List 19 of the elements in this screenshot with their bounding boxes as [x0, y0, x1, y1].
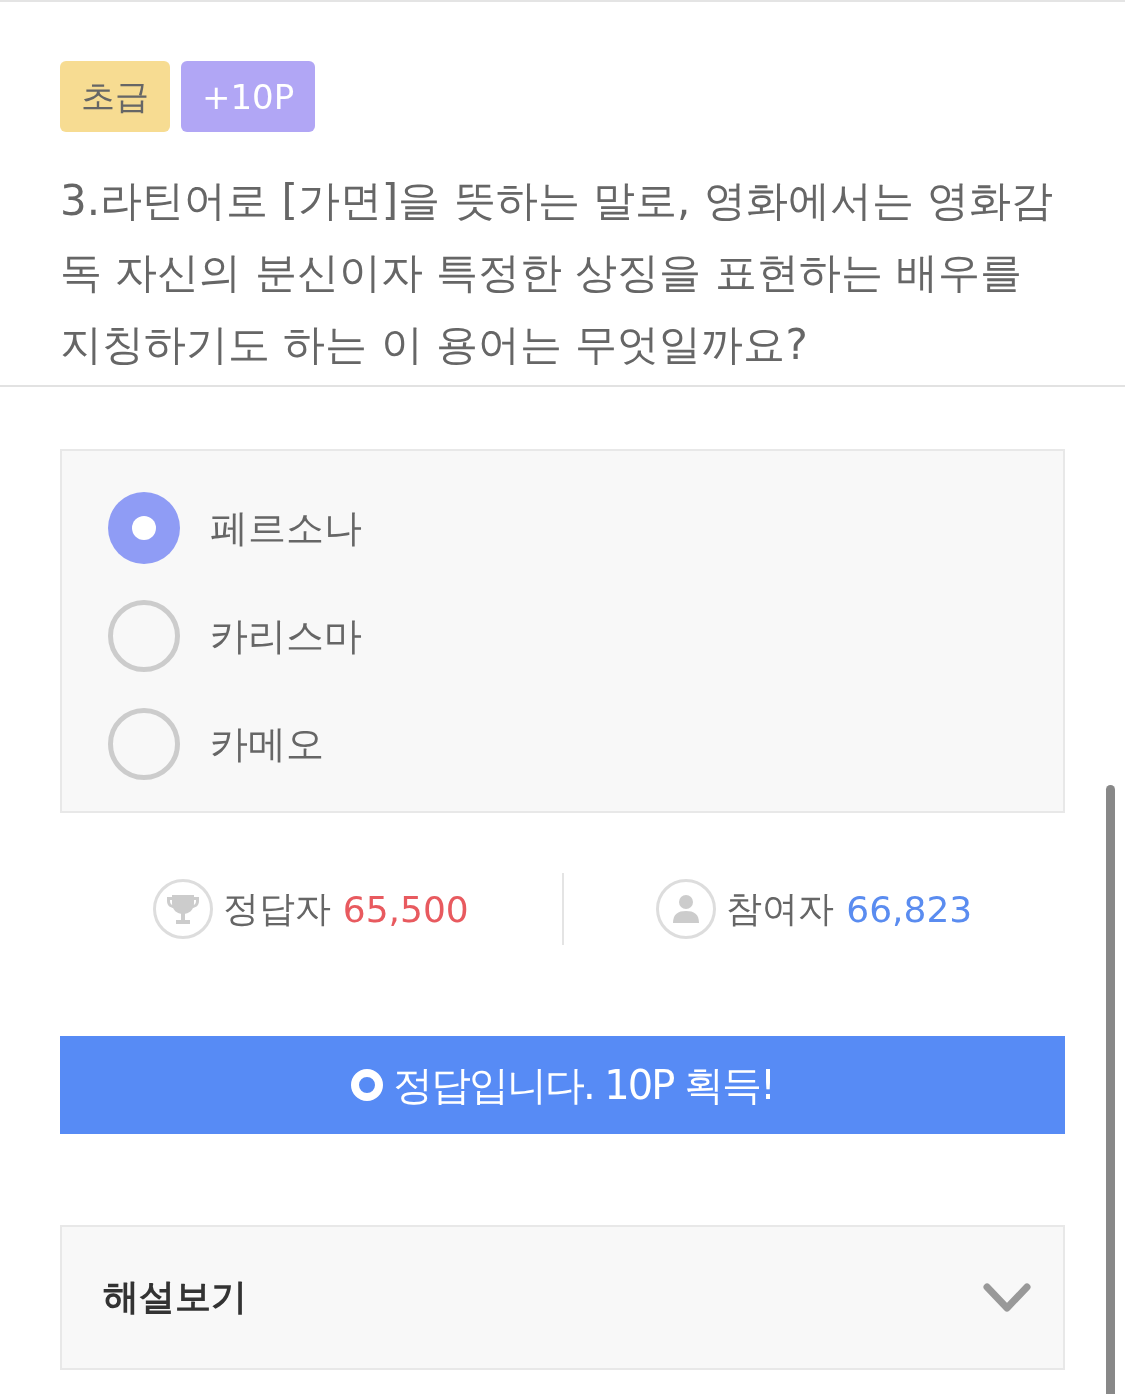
stat-label: 정답자 — [222, 886, 331, 931]
option-label[interactable]: 카리스마 — [210, 610, 362, 662]
question-text: 3.라틴어로 [가면]을 뜻하는 말로, 영화에서는 영화감독 자신의 분신이자 특정한 상징을 표현하는 배우를 지칭하기도 하는 이 용어는 무엇일까요? — [60, 175, 1054, 371]
trophy-icon — [152, 879, 213, 939]
stat-count: 66,823 — [846, 888, 973, 930]
explanation-toggle[interactable]: 해설보기 — [60, 1225, 1065, 1370]
ring-icon — [350, 1069, 383, 1101]
radio-button[interactable] — [108, 708, 180, 780]
option-label[interactable]: 카메오 — [210, 718, 324, 770]
stat-label: 참여자 — [726, 886, 835, 931]
result-message: 정답입니다. 10P 획득! — [392, 1060, 775, 1110]
radio-button[interactable] — [108, 492, 180, 564]
scrollbar-thumb[interactable] — [1106, 785, 1115, 1394]
stat-count: 65,500 — [342, 888, 469, 930]
points-tag: +10P — [181, 61, 316, 132]
person-icon — [656, 879, 717, 939]
difficulty-tag: 초급 — [60, 61, 170, 132]
radio-button[interactable] — [108, 600, 180, 672]
option-label[interactable]: 페르소나 — [210, 502, 362, 554]
